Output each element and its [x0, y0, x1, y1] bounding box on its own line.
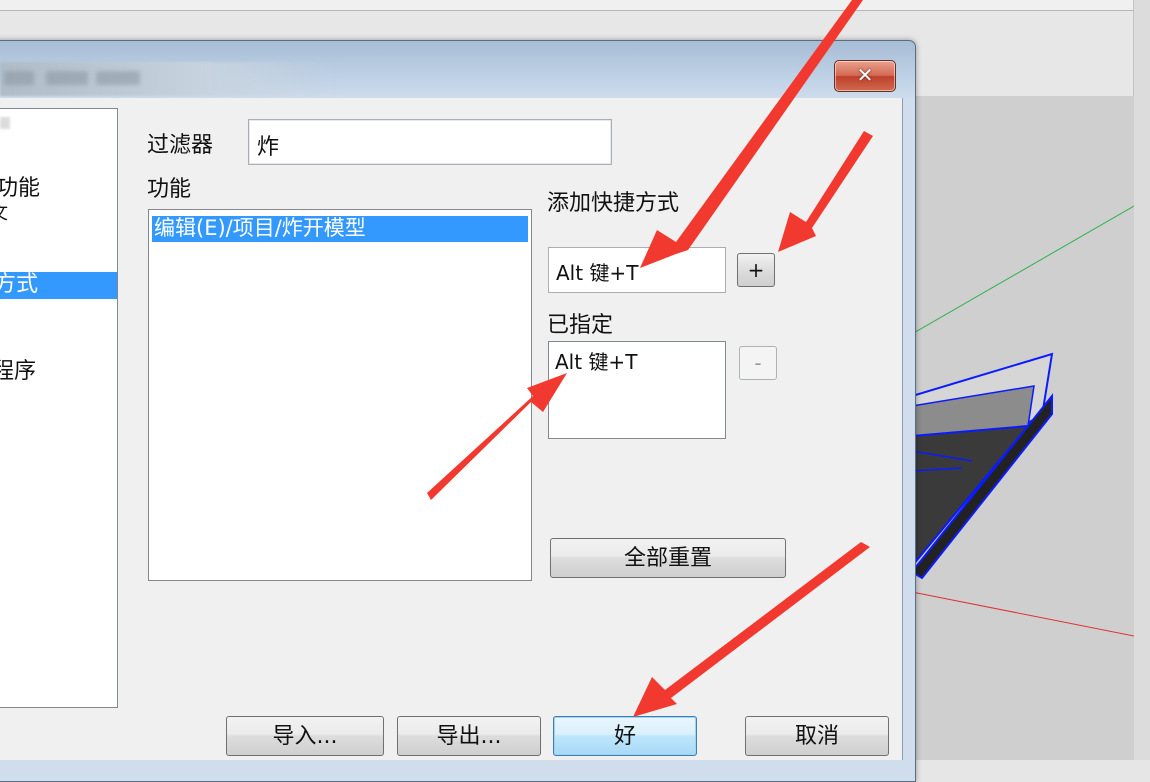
add-shortcut-label: 添加快捷方式	[547, 191, 680, 216]
import-button[interactable]: 导入...	[226, 716, 384, 756]
model-viewport[interactable]	[912, 96, 1134, 760]
reset-all-button[interactable]: 全部重置	[550, 538, 786, 578]
assigned-shortcut-item[interactable]: Alt 键+T	[555, 346, 637, 375]
function-list-label: 功能	[147, 177, 192, 202]
ok-button[interactable]: 好	[553, 716, 697, 756]
window-scrollbar[interactable]	[1133, 0, 1150, 760]
shortcut-input-value: Alt 键+T	[556, 261, 639, 285]
nav-item-shortcuts[interactable]: 方式	[0, 272, 117, 299]
nav-blurred-item	[0, 117, 10, 129]
app-toolbar	[0, 0, 1134, 11]
model-drawing	[912, 205, 1134, 637]
close-icon: ✕	[856, 63, 874, 87]
remove-shortcut-button[interactable]: -	[739, 346, 777, 380]
filter-input-value: 炸	[257, 135, 280, 160]
add-shortcut-button[interactable]: +	[737, 253, 775, 287]
red-axis	[912, 591, 1134, 637]
filter-label: 过滤器	[147, 133, 214, 158]
nav-item-partial[interactable]: 文	[0, 199, 8, 225]
close-button[interactable]: ✕	[834, 60, 896, 92]
function-list-item[interactable]: 编辑(E)/项目/炸开模型	[152, 216, 528, 242]
function-list[interactable]: 编辑(E)/项目/炸开模型	[148, 209, 532, 581]
settings-nav-list[interactable]: 功能 文 方式 程序	[0, 108, 118, 708]
export-button[interactable]: 导出...	[397, 716, 541, 756]
nav-item-programs[interactable]: 程序	[0, 353, 36, 385]
assigned-shortcuts-list[interactable]: Alt 键+T	[548, 341, 726, 439]
assigned-label: 已指定	[547, 313, 614, 338]
nav-item-shortcuts-label: 方式	[0, 272, 39, 297]
title-blur-block	[96, 71, 140, 85]
filter-input[interactable]: 炸	[248, 119, 612, 165]
cancel-button[interactable]: 取消	[745, 716, 889, 756]
nav-item-functions[interactable]: 功能	[0, 170, 40, 202]
shortcut-input[interactable]: Alt 键+T	[548, 247, 726, 293]
title-blur-block	[4, 71, 34, 85]
green-axis	[912, 205, 1134, 335]
title-blur-block	[46, 71, 88, 85]
